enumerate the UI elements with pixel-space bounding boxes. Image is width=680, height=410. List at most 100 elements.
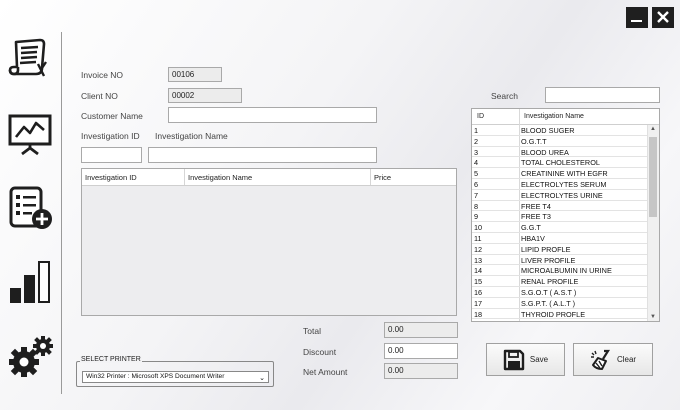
list-item-name: FREE T3 bbox=[521, 212, 551, 222]
list-item[interactable]: 8 FREE T4 bbox=[472, 201, 648, 212]
list-item-id: 15 bbox=[474, 277, 483, 287]
investigation-id-label: Investigation ID bbox=[81, 131, 140, 141]
list-item-name: TOTAL PROTEIN bbox=[521, 320, 578, 321]
discount-input[interactable]: 0.00 bbox=[384, 343, 458, 359]
list-item-id: 3 bbox=[474, 147, 479, 157]
sidebar-item-statistics[interactable] bbox=[8, 258, 54, 306]
minimize-icon bbox=[627, 8, 647, 27]
list-item-id: 11 bbox=[474, 233, 482, 243]
list-item[interactable]: 14 MICROALBUMIN IN URINE bbox=[472, 265, 648, 277]
list-item[interactable]: 4 TOTAL CHOLESTEROL bbox=[472, 157, 648, 169]
invoice-items-grid[interactable]: Investigation ID Investigation Name Pric… bbox=[81, 168, 457, 316]
grid-col-investigation-id[interactable]: Investigation ID bbox=[85, 173, 137, 182]
list-item[interactable]: 12 LIPID PROFLE bbox=[472, 244, 648, 255]
client-no-field[interactable]: 00002 bbox=[168, 88, 242, 103]
presentation-chart-icon bbox=[7, 112, 53, 156]
clear-button[interactable]: Clear bbox=[573, 343, 653, 376]
list-item[interactable]: 15 RENAL PROFILE bbox=[472, 276, 648, 287]
sidebar-item-reports[interactable] bbox=[7, 112, 53, 156]
list-item-id: 13 bbox=[474, 255, 483, 265]
total-label: Total bbox=[303, 326, 321, 336]
investigation-name-label: Investigation Name bbox=[155, 131, 228, 141]
list-add-icon bbox=[8, 186, 54, 232]
list-item-id: 5 bbox=[474, 169, 479, 179]
minimize-button[interactable] bbox=[626, 7, 648, 28]
printer-select-value: Win32 Printer : Microsoft XPS Document W… bbox=[86, 373, 225, 380]
list-item-id: 10 bbox=[474, 223, 483, 233]
scroll-up-icon[interactable]: ▲ bbox=[650, 126, 656, 132]
scrollbar-thumb[interactable] bbox=[649, 137, 657, 217]
list-item[interactable]: 16 S.G.O.T ( A.S.T ) bbox=[472, 287, 648, 298]
close-button[interactable] bbox=[652, 7, 674, 28]
grid-col-investigation-name[interactable]: Investigation Name bbox=[188, 173, 252, 182]
list-item-id: 14 bbox=[474, 266, 483, 276]
list-item[interactable]: 9 FREE T3 bbox=[472, 211, 648, 223]
list-col-name[interactable]: Investigation Name bbox=[524, 113, 584, 120]
invoice-items-header: Investigation ID Investigation Name Pric… bbox=[82, 169, 456, 186]
sidebar bbox=[0, 0, 60, 410]
list-item[interactable]: 10 G.G.T bbox=[472, 222, 648, 233]
list-item-name: FREE T4 bbox=[521, 201, 551, 211]
save-button-label: Save bbox=[529, 355, 549, 364]
list-item-name: TOTAL CHOLESTEROL bbox=[521, 158, 600, 168]
search-label: Search bbox=[491, 91, 518, 101]
scroll-down-icon[interactable]: ▼ bbox=[650, 314, 656, 320]
list-item-name: BLOOD SUGER bbox=[521, 126, 575, 135]
invoice-scroll-icon bbox=[6, 36, 50, 80]
customer-name-label: Customer Name bbox=[81, 111, 143, 121]
list-item-name: S.G.P.T. ( A.L.T ) bbox=[521, 298, 576, 308]
list-item[interactable]: 2 O.G.T.T bbox=[472, 136, 648, 147]
discount-label: Discount bbox=[303, 347, 337, 357]
list-item-id: 9 bbox=[474, 212, 479, 222]
net-amount-field[interactable]: 0.00 bbox=[384, 363, 458, 379]
list-item-name: LIPID PROFLE bbox=[521, 244, 571, 254]
list-item-name: O.G.T.T bbox=[521, 136, 547, 146]
list-item[interactable]: 3 BLOOD UREA bbox=[472, 147, 648, 158]
list-item-name: ELECTROLYTES URINE bbox=[521, 190, 603, 200]
printer-group-label: SELECT PRINTER bbox=[80, 356, 142, 363]
list-item-id: 16 bbox=[474, 287, 483, 297]
printer-select[interactable]: Win32 Printer : Microsoft XPS Document W… bbox=[82, 371, 269, 383]
list-item[interactable]: 13 LIVER PROFILE bbox=[472, 255, 648, 266]
list-item-name: MICROALBUMIN IN URINE bbox=[521, 266, 612, 276]
investigation-list[interactable]: ID Investigation Name 1 BLOOD SUGER 2 O.G.T… bbox=[471, 108, 660, 322]
investigation-name-input[interactable] bbox=[148, 147, 377, 163]
list-item[interactable]: 17 S.G.P.T. ( A.L.T ) bbox=[472, 298, 648, 309]
list-item[interactable]: 11 HBA1V bbox=[472, 233, 648, 244]
list-item-name: HBA1V bbox=[521, 233, 545, 243]
list-item[interactable]: 1 BLOOD SUGER bbox=[472, 125, 648, 136]
list-item[interactable]: 7 ELECTROLYTES URINE bbox=[472, 190, 648, 201]
printer-group: SELECT PRINTER Win32 Printer : Microsoft… bbox=[76, 356, 274, 387]
list-item[interactable]: 5 CREATININE WITH EGFR bbox=[472, 168, 648, 179]
sidebar-item-settings[interactable] bbox=[7, 334, 55, 380]
sidebar-item-invoice[interactable] bbox=[6, 36, 50, 80]
gears-icon bbox=[7, 334, 55, 380]
sidebar-item-add-list[interactable] bbox=[8, 186, 54, 232]
save-button[interactable]: Save bbox=[486, 343, 565, 376]
list-item-id: 1 bbox=[474, 126, 479, 135]
total-field[interactable]: 0.00 bbox=[384, 322, 458, 338]
sidebar-divider bbox=[61, 32, 62, 394]
grid-col-price[interactable]: Price bbox=[374, 173, 391, 182]
list-item-id: 12 bbox=[474, 244, 483, 254]
list-item-id: 17 bbox=[474, 298, 483, 308]
broom-icon bbox=[590, 349, 612, 371]
client-no-label: Client NO bbox=[81, 91, 118, 101]
list-col-id[interactable]: ID bbox=[477, 113, 484, 120]
close-icon bbox=[653, 8, 673, 27]
investigation-id-input[interactable] bbox=[81, 147, 142, 163]
invoice-no-field[interactable]: 00106 bbox=[168, 67, 222, 82]
customer-name-input[interactable] bbox=[168, 107, 377, 123]
list-item-name: RENAL PROFILE bbox=[521, 277, 579, 287]
list-item-id: 8 bbox=[474, 201, 479, 211]
list-item[interactable]: 19 TOTAL PROTEIN bbox=[472, 319, 648, 321]
list-item[interactable]: 18 THYROID PROFLE bbox=[472, 309, 648, 320]
list-item-id: 2 bbox=[474, 136, 479, 146]
list-item-id: 19 bbox=[474, 320, 482, 321]
list-item-id: 7 bbox=[474, 190, 479, 200]
list-item-name: CREATININE WITH EGFR bbox=[521, 169, 608, 179]
list-item[interactable]: 6 ELECTROLYTES SERUM bbox=[472, 179, 648, 190]
list-scrollbar[interactable]: ▲ ▼ bbox=[647, 125, 659, 321]
search-input[interactable] bbox=[545, 87, 660, 103]
list-item-name: THYROID PROFLE bbox=[521, 309, 586, 319]
